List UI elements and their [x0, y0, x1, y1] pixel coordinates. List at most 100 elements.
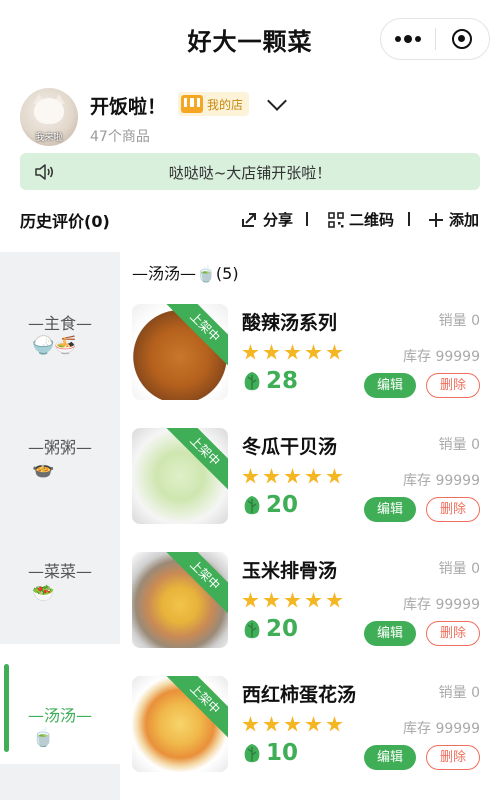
- category-staple[interactable]: —主食— 🍚🍜: [0, 252, 120, 372]
- product-image[interactable]: 上架中: [132, 304, 228, 400]
- rating-stars: [242, 344, 343, 361]
- delete-button[interactable]: 删除: [426, 745, 480, 770]
- product-item[interactable]: 上架中 西红柿蛋花汤 销量 0 库存 99999 10 编辑 删除: [120, 676, 500, 800]
- category-label: —主食—: [27, 314, 92, 333]
- category-label: —汤汤—: [27, 706, 92, 725]
- share-label: 分享: [263, 211, 294, 229]
- rating-stars: [242, 592, 343, 609]
- edit-button[interactable]: 编辑: [364, 373, 416, 398]
- star-icon: [242, 344, 259, 360]
- price: 20: [242, 616, 298, 642]
- product-item[interactable]: 上架中 酸辣汤系列 销量 0 库存 99999 28 编辑 删除: [120, 304, 500, 428]
- product-list: —汤汤—🍵(5) 上架中 酸辣汤系列 销量 0 库存 99999 28 编辑 删…: [120, 252, 500, 800]
- star-icon: [326, 344, 343, 360]
- stock-count: 库存 99999: [403, 349, 480, 365]
- cabbage-icon: [244, 744, 260, 763]
- category-sidebar: —主食— 🍚🍜 —粥粥— 🍲 —菜菜— 🥗 —汤汤— 🍵: [0, 252, 120, 800]
- product-image[interactable]: 上架中: [132, 428, 228, 524]
- edit-button[interactable]: 编辑: [364, 621, 416, 646]
- close-miniprogram-button[interactable]: [436, 19, 490, 59]
- goods-count: 47个商品: [90, 129, 150, 145]
- product-image[interactable]: 上架中: [132, 552, 228, 648]
- crown-icon: [181, 95, 203, 113]
- soup-emoji-icon: 🍵: [32, 727, 55, 748]
- star-icon: [305, 592, 322, 608]
- store-name: 开饭啦！: [90, 96, 167, 118]
- edit-button[interactable]: 编辑: [364, 497, 416, 522]
- cabbage-icon: [244, 372, 260, 391]
- salad-emoji-icon: 🥗: [32, 583, 55, 604]
- price-value: 10: [266, 740, 299, 766]
- cabbage-icon: [244, 496, 260, 515]
- sales-count: 销量 0: [438, 437, 480, 453]
- my-store-label: 我的店: [207, 97, 244, 112]
- store-avatar[interactable]: 我来啦: [20, 88, 78, 146]
- star-icon: [242, 592, 259, 608]
- category-soup[interactable]: —汤汤— 🍵: [0, 644, 120, 764]
- star-icon: [305, 468, 322, 484]
- more-button[interactable]: [381, 19, 435, 59]
- notice-text: 哒哒哒~大店铺开张啦！: [168, 164, 332, 182]
- cat-face-icon: [34, 98, 64, 124]
- section-title: —汤汤—🍵(5): [132, 264, 239, 283]
- more-dots-icon: [394, 35, 421, 43]
- plus-icon: [429, 212, 443, 227]
- rating-stars: [242, 468, 343, 485]
- delete-button[interactable]: 删除: [426, 621, 480, 646]
- target-icon: [452, 29, 473, 49]
- share-button[interactable]: 分享: [240, 209, 293, 230]
- delete-button[interactable]: 删除: [426, 373, 480, 398]
- status-ribbon: 上架中: [165, 304, 228, 367]
- product-item[interactable]: 上架中 冬瓜干贝汤 销量 0 库存 99999 20 编辑 删除: [120, 428, 500, 552]
- category-label: —粥粥—: [27, 438, 92, 457]
- star-icon: [284, 344, 301, 360]
- rice-noodle-emoji-icon: 🍚🍜: [32, 335, 77, 356]
- star-icon: [284, 716, 301, 732]
- star-icon: [326, 468, 343, 484]
- category-label: —菜菜—: [27, 562, 92, 581]
- stock-count: 库存 99999: [403, 473, 480, 489]
- status-ribbon: 上架中: [165, 552, 228, 615]
- star-icon: [263, 716, 280, 732]
- nav-bar: 好大一颗菜: [0, 0, 500, 80]
- product-image[interactable]: 上架中: [132, 676, 228, 772]
- star-icon: [242, 468, 259, 484]
- star-icon: [242, 716, 259, 732]
- toolbar-divider: [408, 212, 410, 226]
- product-name: 冬瓜干贝汤: [242, 436, 338, 458]
- category-dishes[interactable]: —菜菜— 🥗: [0, 500, 120, 620]
- star-icon: [305, 716, 322, 732]
- star-icon: [263, 468, 280, 484]
- star-icon: [263, 592, 280, 608]
- product-item[interactable]: 上架中 玉米排骨汤 销量 0 库存 99999 20 编辑 删除: [120, 552, 500, 676]
- price-value: 20: [266, 492, 299, 518]
- star-icon: [284, 468, 301, 484]
- delete-button[interactable]: 删除: [426, 497, 480, 522]
- price: 28: [242, 368, 298, 394]
- price-value: 20: [266, 616, 299, 642]
- price: 20: [242, 492, 298, 518]
- star-icon: [284, 592, 301, 608]
- miniprogram-capsule: [380, 18, 490, 60]
- my-store-badge[interactable]: 我的店: [178, 92, 250, 116]
- category-porridge[interactable]: —粥粥— 🍲: [0, 376, 120, 496]
- star-icon: [263, 344, 280, 360]
- history-reviews-link[interactable]: 历史评价(0): [20, 208, 110, 232]
- notice-bar: 哒哒哒~大店铺开张啦！: [20, 153, 480, 190]
- qrcode-button[interactable]: 二维码: [328, 209, 394, 230]
- share-icon: [242, 212, 256, 227]
- cabbage-icon: [244, 620, 260, 639]
- price-value: 28: [266, 368, 299, 394]
- add-button[interactable]: 添加: [428, 209, 479, 230]
- add-label: 添加: [449, 211, 480, 229]
- star-icon: [326, 716, 343, 732]
- qrcode-icon: [328, 211, 344, 228]
- chevron-down-icon[interactable]: [267, 91, 287, 111]
- edit-button[interactable]: 编辑: [364, 745, 416, 770]
- sales-count: 销量 0: [438, 685, 480, 701]
- stock-count: 库存 99999: [403, 721, 480, 737]
- product-name: 酸辣汤系列: [242, 312, 338, 334]
- product-name: 西红柿蛋花汤: [242, 684, 357, 706]
- status-ribbon: 上架中: [165, 428, 228, 491]
- sales-count: 销量 0: [438, 313, 480, 329]
